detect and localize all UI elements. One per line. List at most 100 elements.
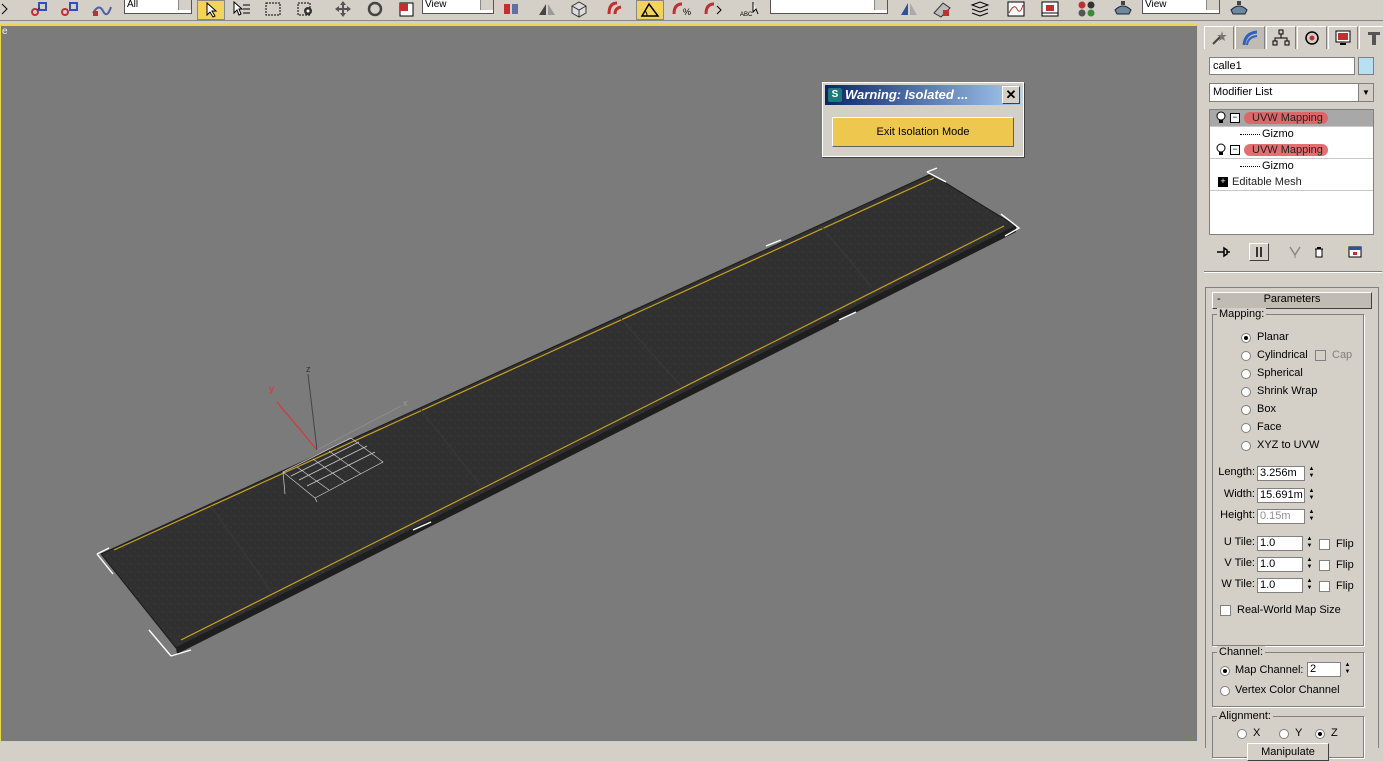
move-icon[interactable] xyxy=(332,0,354,18)
edit-named-sel-icon[interactable]: ABC xyxy=(738,0,764,18)
snaps-toggle-icon[interactable] xyxy=(604,0,628,18)
u-tile-spinner[interactable]: 1.0 xyxy=(1257,536,1303,551)
render-setup-icon[interactable] xyxy=(1110,0,1136,18)
collapse-icon[interactable]: − xyxy=(1230,113,1240,123)
manipulate-button[interactable]: Manipulate xyxy=(1247,743,1329,761)
stack-item-editable-mesh[interactable]: + Editable Mesh xyxy=(1210,174,1373,190)
radio-spherical[interactable] xyxy=(1241,369,1251,379)
mirror-axis-icon[interactable] xyxy=(898,0,920,18)
selection-filter-dropdown[interactable]: All xyxy=(124,0,192,14)
percent-snap-icon[interactable]: % xyxy=(670,0,694,18)
mirror-icon[interactable] xyxy=(536,0,558,18)
remove-modifier-icon[interactable] xyxy=(1309,243,1329,261)
length-spinner[interactable]: 3.256m xyxy=(1257,466,1305,481)
align-icon[interactable] xyxy=(568,0,590,18)
expand-icon[interactable]: + xyxy=(1218,177,1228,187)
make-unique-icon[interactable] xyxy=(1285,243,1305,261)
display-tab-icon[interactable] xyxy=(1328,26,1358,49)
divider xyxy=(1210,158,1373,159)
stack-item-uvw-mapping-2[interactable]: − UVW Mapping xyxy=(1210,142,1373,158)
parameters-rollout-header[interactable]: - Parameters xyxy=(1212,292,1372,309)
spinner-arrows-icon[interactable]: ▲ ▼ xyxy=(1343,662,1352,677)
map-channel-label: Map Channel: xyxy=(1235,664,1304,676)
width-spinner[interactable]: 15.691m xyxy=(1257,488,1305,503)
radio-shrink-wrap[interactable] xyxy=(1241,387,1251,397)
perspective-viewport[interactable]: e y z x S Warning: Isolated ... ✕ Exit I… xyxy=(0,24,1198,742)
material-editor-icon[interactable] xyxy=(1074,0,1100,18)
radio-xyz-to-uvw-label: XYZ to UVW xyxy=(1257,439,1320,451)
angle-snap-icon[interactable] xyxy=(636,0,664,20)
object-color-swatch[interactable] xyxy=(1358,57,1374,75)
w-tile-spinner[interactable]: 1.0 xyxy=(1257,578,1303,593)
motion-tab-icon[interactable] xyxy=(1297,26,1327,49)
radio-planar[interactable] xyxy=(1241,333,1251,343)
align-tool-icon[interactable] xyxy=(930,0,954,18)
link-icon[interactable] xyxy=(28,0,50,18)
real-world-map-size-checkbox[interactable] xyxy=(1220,605,1231,616)
named-selection-dropdown[interactable] xyxy=(770,0,888,14)
spinner-snap-icon[interactable] xyxy=(702,0,726,18)
select-by-name-icon[interactable] xyxy=(230,0,252,18)
hierarchy-tab-icon[interactable] xyxy=(1266,26,1296,49)
radio-align-z[interactable] xyxy=(1315,729,1325,739)
scale-icon[interactable] xyxy=(396,0,418,18)
dialog-title-bar[interactable]: S Warning: Isolated ... ✕ xyxy=(825,85,1021,105)
schematic-icon[interactable] xyxy=(1038,0,1062,18)
height-spinner[interactable]: 0.15m xyxy=(1257,509,1305,524)
radio-map-channel[interactable] xyxy=(1220,666,1230,676)
chevron-down-icon xyxy=(1206,0,1219,10)
modifier-list-dropdown[interactable]: Modifier List ▼ xyxy=(1209,83,1374,102)
select-object-icon[interactable] xyxy=(197,0,225,20)
u-flip-label: Flip xyxy=(1336,538,1354,550)
pin-stack-icon[interactable] xyxy=(1213,243,1233,261)
road-mesh[interactable] xyxy=(100,173,1018,654)
v-tile-spinner[interactable]: 1.0 xyxy=(1257,557,1303,572)
configure-sets-icon[interactable] xyxy=(1345,243,1365,261)
radio-box[interactable] xyxy=(1241,405,1251,415)
stack-subitem-gizmo-1[interactable]: Gizmo xyxy=(1210,126,1373,142)
spinner-arrows-icon[interactable]: ▲ ▼ xyxy=(1305,557,1314,572)
lightbulb-icon[interactable] xyxy=(1215,111,1227,125)
create-tab-icon[interactable] xyxy=(1204,26,1234,49)
radio-align-y[interactable] xyxy=(1279,729,1289,739)
cap-checkbox[interactable] xyxy=(1315,350,1326,361)
radio-xyz-to-uvw[interactable] xyxy=(1241,441,1251,451)
radio-cylindrical[interactable] xyxy=(1241,351,1251,361)
radio-face[interactable] xyxy=(1241,423,1251,433)
collapse-icon[interactable]: − xyxy=(1230,145,1240,155)
layer-manager-icon[interactable] xyxy=(968,0,992,18)
spinner-arrows-icon[interactable]: ▲ ▼ xyxy=(1305,578,1314,593)
u-flip-checkbox[interactable] xyxy=(1319,539,1330,550)
spinner-arrows-icon[interactable]: ▲ ▼ xyxy=(1307,466,1316,481)
object-name-field[interactable]: calle1 xyxy=(1209,57,1355,75)
ref-coord-system-dropdown[interactable]: View xyxy=(422,0,494,14)
stack-item-uvw-mapping-1[interactable]: − UVW Mapping xyxy=(1210,110,1373,126)
pivot-icon[interactable] xyxy=(500,0,522,18)
window-crossing-icon[interactable] xyxy=(294,0,316,18)
rotate-icon[interactable] xyxy=(364,0,386,18)
close-icon[interactable]: ✕ xyxy=(1002,86,1020,104)
stack-subitem-gizmo-2[interactable]: Gizmo xyxy=(1210,158,1373,174)
viewport-label[interactable]: e xyxy=(2,26,8,37)
spinner-arrows-icon[interactable]: ▲ ▼ xyxy=(1305,536,1314,551)
v-flip-checkbox[interactable] xyxy=(1319,560,1330,571)
toolbar-overflow-arrow-icon[interactable] xyxy=(0,0,10,18)
radio-vertex-color-channel[interactable] xyxy=(1220,686,1230,696)
utilities-tab-icon[interactable] xyxy=(1359,26,1383,49)
bind-space-warp-icon[interactable] xyxy=(90,0,114,18)
render-icon[interactable] xyxy=(1226,0,1252,18)
render-type-dropdown[interactable]: View xyxy=(1142,0,1220,14)
radio-align-x[interactable] xyxy=(1237,729,1247,739)
u-tile-label: U Tile: xyxy=(1223,536,1255,548)
show-end-result-icon[interactable] xyxy=(1249,243,1269,261)
spinner-arrows-icon[interactable]: ▲ ▼ xyxy=(1307,488,1316,503)
unlink-icon[interactable] xyxy=(58,0,80,18)
w-flip-checkbox[interactable] xyxy=(1319,581,1330,592)
lightbulb-icon[interactable] xyxy=(1215,143,1227,157)
map-channel-spinner[interactable]: 2 xyxy=(1307,662,1341,677)
rect-selection-icon[interactable] xyxy=(262,0,284,18)
modify-tab-icon[interactable] xyxy=(1235,26,1265,49)
curve-editor-icon[interactable] xyxy=(1004,0,1028,18)
spinner-arrows-icon[interactable]: ▲ ▼ xyxy=(1307,509,1316,524)
exit-isolation-button[interactable]: Exit Isolation Mode xyxy=(832,117,1014,147)
